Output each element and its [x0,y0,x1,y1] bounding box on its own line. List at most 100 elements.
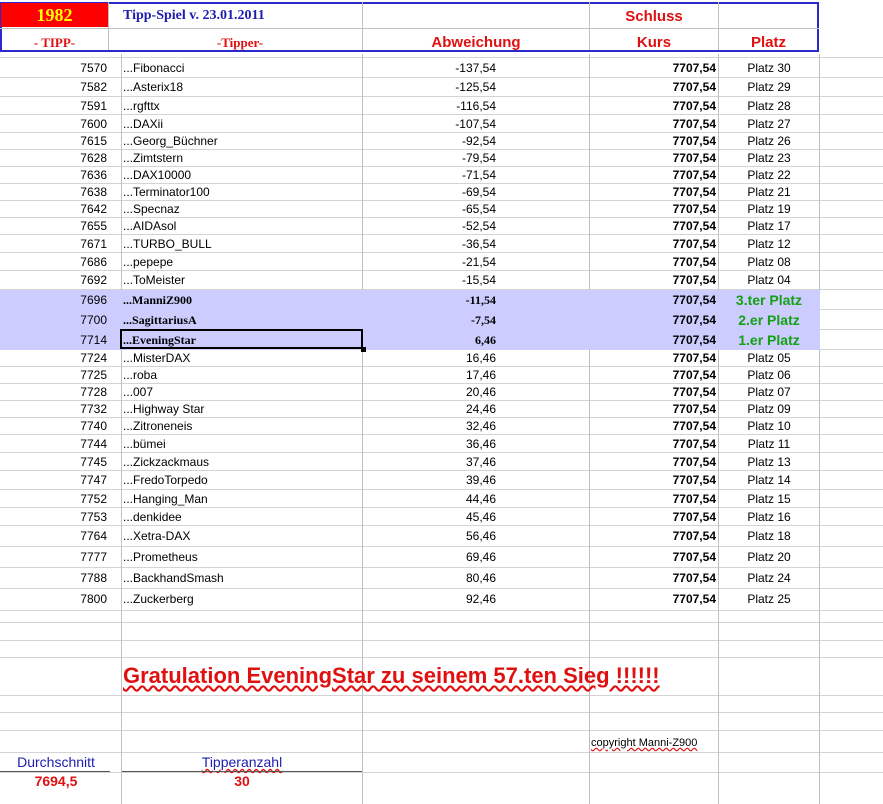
tipper-name-cell[interactable]: ...Specnaz [123,201,180,218]
abweichung-cell[interactable]: -116,54 [400,97,496,115]
tipper-name-cell[interactable]: ...bümei [123,435,166,453]
fill-handle[interactable] [361,347,366,352]
tipp-cell[interactable]: 7764 [0,526,107,547]
abweichung-cell[interactable]: -15,54 [400,271,496,290]
table-row[interactable]: 7671 ...TURBO_BULL -36,54 7707,54 Platz 12 [0,235,820,253]
tipper-name-cell[interactable]: ...pepepe [123,253,173,271]
platz-cell[interactable]: 2.er Platz [720,310,818,330]
tipp-cell[interactable]: 7570 [0,58,107,78]
abweichung-cell[interactable]: -137,54 [400,58,496,78]
tipp-cell[interactable]: 7740 [0,418,107,435]
tipperanzahl-label[interactable]: Tipperanzahl [122,754,362,770]
table-row[interactable]: 7642 ...Specnaz -65,54 7707,54 Platz 19 [0,201,820,218]
table-row[interactable]: 7615 ...Georg_Büchner -92,54 7707,54 Platz 2… [0,133,820,150]
tipp-cell[interactable]: 7732 [0,401,107,418]
tipper-name-cell[interactable]: ...ManniZ900 [123,290,192,310]
column-header-kurs[interactable]: Kurs [590,34,718,51]
tipper-name-cell[interactable]: ...Hanging_Man [123,490,208,508]
platz-cell[interactable]: Platz 20 [720,547,818,568]
tipper-name-cell[interactable]: ...Zickzackmaus [123,453,209,471]
kurs-cell[interactable]: 7707,54 [600,218,716,235]
abweichung-cell[interactable]: 6,46 [400,330,496,350]
durchschnitt-value[interactable]: 7694,5 [0,773,112,789]
abweichung-cell[interactable]: 37,46 [400,453,496,471]
tipp-cell[interactable]: 7725 [0,367,107,384]
platz-cell[interactable]: Platz 19 [720,201,818,218]
tipp-cell[interactable]: 7638 [0,184,107,201]
tipper-name-cell[interactable]: ...Prometheus [123,547,198,568]
kurs-cell[interactable]: 7707,54 [600,401,716,418]
kurs-cell[interactable]: 7707,54 [600,526,716,547]
tipp-cell[interactable]: 7692 [0,271,107,290]
table-row[interactable]: 7764 ...Xetra-DAX 56,46 7707,54 Platz 18 [0,526,820,547]
abweichung-cell[interactable]: 24,46 [400,401,496,418]
tipp-cell[interactable]: 7714 [0,330,107,350]
table-row[interactable]: 7686 ...pepepe -21,54 7707,54 Platz 08 [0,253,820,271]
tipper-name-cell[interactable]: ...Asterix18 [123,78,183,97]
tipp-cell[interactable]: 7745 [0,453,107,471]
tipp-cell[interactable]: 7752 [0,490,107,508]
platz-cell[interactable]: Platz 29 [720,78,818,97]
abweichung-cell[interactable]: 17,46 [400,367,496,384]
abweichung-cell[interactable]: 20,46 [400,384,496,401]
kurs-cell[interactable]: 7707,54 [600,133,716,150]
platz-cell[interactable]: Platz 24 [720,568,818,589]
platz-cell[interactable]: 3.ter Platz [720,290,818,310]
table-row[interactable]: 7753 ...denkidee 45,46 7707,54 Platz 16 [0,508,820,526]
tipper-name-cell[interactable]: ...TURBO_BULL [123,235,212,253]
abweichung-cell[interactable]: -107,54 [400,115,496,133]
tipp-cell[interactable]: 7777 [0,547,107,568]
sheet-title[interactable]: Tipp-Spiel v. 23.01.2011 [123,8,265,24]
abweichung-cell[interactable]: 56,46 [400,526,496,547]
tipp-cell[interactable]: 7655 [0,218,107,235]
table-row[interactable]: 7591 ...rgfttx -116,54 7707,54 Platz 28 [0,97,820,115]
tipper-name-cell[interactable]: ...Zimtstern [123,150,183,167]
abweichung-cell[interactable]: 69,46 [400,547,496,568]
abweichung-cell[interactable]: -92,54 [400,133,496,150]
kurs-cell[interactable]: 7707,54 [600,367,716,384]
platz-cell[interactable]: Platz 11 [720,435,818,453]
abweichung-cell[interactable]: -36,54 [400,235,496,253]
platz-cell[interactable]: Platz 04 [720,271,818,290]
abweichung-cell[interactable]: -79,54 [400,150,496,167]
platz-cell[interactable]: Platz 26 [720,133,818,150]
selected-cell-frame[interactable] [120,329,363,349]
abweichung-cell[interactable]: -21,54 [400,253,496,271]
kurs-cell[interactable]: 7707,54 [600,508,716,526]
column-header-abweichung[interactable]: Abweichung [363,34,589,51]
kurs-cell[interactable]: 7707,54 [600,78,716,97]
table-row[interactable]: 7732 ...Highway Star 24,46 7707,54 Platz 09 [0,401,820,418]
table-row[interactable]: 7747 ...FredoTorpedo 39,46 7707,54 Platz 14 [0,471,820,490]
platz-cell[interactable]: Platz 12 [720,235,818,253]
tipper-name-cell[interactable]: ...DAX10000 [123,167,191,184]
table-row[interactable]: 7655 ...AIDAsol -52,54 7707,54 Platz 17 [0,218,820,235]
kurs-cell[interactable]: 7707,54 [600,201,716,218]
platz-cell[interactable]: Platz 14 [720,471,818,490]
platz-cell[interactable]: Platz 25 [720,589,818,610]
tipp-cell[interactable]: 7747 [0,471,107,490]
kurs-cell[interactable]: 7707,54 [600,589,716,610]
tipper-name-cell[interactable]: ...SagittariusA [123,310,197,330]
abweichung-cell[interactable]: -7,54 [400,310,496,330]
tipp-cell[interactable]: 7582 [0,78,107,97]
kurs-cell[interactable]: 7707,54 [600,97,716,115]
tipp-cell[interactable]: 7788 [0,568,107,589]
tipp-cell[interactable]: 7686 [0,253,107,271]
tipper-name-cell[interactable]: ...007 [123,384,153,401]
table-row[interactable]: 7700 ...SagittariusA -7,54 7707,54 2.er Plat… [0,310,820,330]
tipper-name-cell[interactable]: ...Fibonacci [123,58,184,78]
platz-cell[interactable]: Platz 06 [720,367,818,384]
platz-cell[interactable]: Platz 28 [720,97,818,115]
platz-cell[interactable]: Platz 08 [720,253,818,271]
tipp-cell[interactable]: 7753 [0,508,107,526]
abweichung-cell[interactable]: 39,46 [400,471,496,490]
platz-cell[interactable]: Platz 17 [720,218,818,235]
abweichung-cell[interactable]: 45,46 [400,508,496,526]
kurs-cell[interactable]: 7707,54 [600,330,716,350]
tipper-name-cell[interactable]: ...Georg_Büchner [123,133,218,150]
table-row[interactable]: 7777 ...Prometheus 69,46 7707,54 Platz 20 [0,547,820,568]
tipp-cell[interactable]: 7744 [0,435,107,453]
table-row[interactable]: 7740 ...Zitroneneis 32,46 7707,54 Platz 10 [0,418,820,435]
tipper-name-cell[interactable]: ...MisterDAX [123,350,190,367]
abweichung-cell[interactable]: 80,46 [400,568,496,589]
